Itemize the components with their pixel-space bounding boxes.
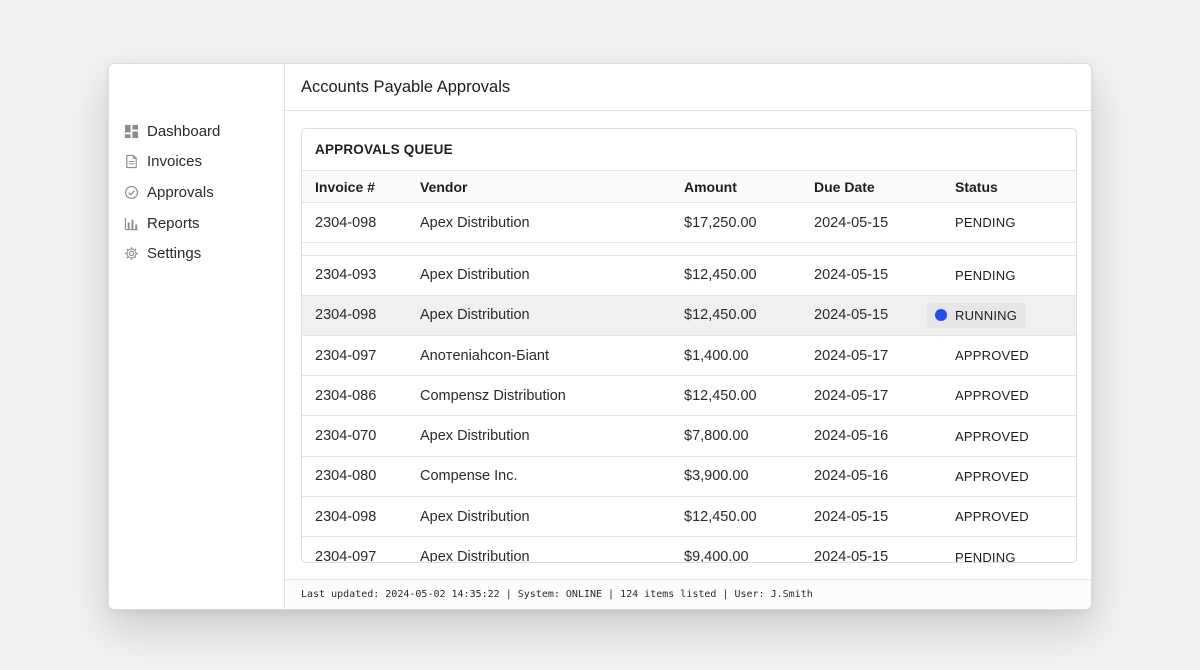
page-title: Accounts Payable Approvals [301,77,511,96]
vendor-cell: Apex Distribution [420,307,530,324]
invoice-cell: 2304-098 [315,214,377,231]
column-header-invoice[interactable]: Invoice # [302,179,420,195]
status-bar-text: Last updated: 2024-05-02 14:35:22 | Syst… [301,589,813,600]
vendor-cell: Compense Inc. [420,468,518,485]
sidebar-item-approvals[interactable]: Approvals [109,177,284,208]
due-date-cell: 2024-05-17 [814,347,889,364]
invoice-cell: 2304-080 [315,468,377,485]
amount-cell: $3,900.00 [684,468,749,485]
sidebar-item-settings[interactable]: Settings [109,238,284,269]
due-date-cell: 2024-05-15 [814,267,889,284]
sidebar-item-reports[interactable]: Reports [109,208,284,239]
invoice-cell: 2304-098 [315,508,377,525]
status-cell: PENDING [955,549,1016,563]
check-circle-icon [125,186,138,199]
amount-cell: $7,800.00 [684,428,749,445]
page-header: Accounts Payable Approvals [285,64,1091,111]
vendor-cell: Apex Distribution [420,428,530,445]
table-row[interactable]: 2304-098 Apex Distribution $17,250.00 20… [302,203,1076,244]
document-icon [126,155,137,169]
table-row[interactable]: 2304-097 Apex Distribution $9,400.00 202… [302,537,1076,563]
column-header-vendor[interactable]: Vendor [420,179,684,195]
amount-cell: $12,450.00 [684,267,757,284]
table-row[interactable]: 2304-086 Compensz Distribution $12,450.0… [302,376,1076,417]
table-row[interactable]: 2304-070 Apex Distribution $7,800.00 202… [302,416,1076,457]
table-row-selected[interactable]: 2304-098 Apex Distribution $12,450.00 20… [302,295,1076,336]
column-header-status[interactable]: Status [934,179,1076,195]
status-cell: PENDING [955,267,1016,283]
amount-cell: $1,400.00 [684,347,749,364]
due-date-cell: 2024-05-15 [814,549,889,563]
sidebar-item-label: Settings [147,245,202,263]
vendor-cell: Apex Distribution [420,214,530,231]
invoice-cell: 2304-098 [315,307,377,324]
app-window: Dashboard Invoices Approvals Reports Set… [108,63,1092,610]
due-date-cell: 2024-05-15 [814,307,889,324]
due-date-cell: 2024-05-15 [814,214,889,231]
invoice-cell: 2304-097 [315,549,377,563]
amount-cell: $12,450.00 [684,508,757,525]
table-row[interactable]: 2304-098 Apex Distribution $12,450.00 20… [302,497,1076,538]
table-row[interactable]: 2304-097 Anoтeniahcon-Бiant $1,400.00 20… [302,336,1076,377]
due-date-cell: 2024-05-15 [814,508,889,525]
gear-icon [125,247,138,261]
running-dot-icon [935,309,947,322]
status-cell: APPROVED [955,348,1029,364]
vendor-cell: Apex Distribution [420,508,530,525]
sidebar-item-label: Reports [147,214,200,232]
amount-cell: $17,250.00 [684,214,757,231]
bar-chart-icon [124,217,138,230]
status-badge-label: RUNNING [955,307,1018,323]
due-date-cell: 2024-05-16 [814,428,889,445]
sidebar-item-label: Invoices [147,153,203,171]
status-cell: PENDING [955,215,1016,231]
table-row[interactable]: 2304-080 Compense Inc. $3,900.00 2024-05… [302,457,1076,498]
vendor-cell: Apex Distribution [420,267,530,284]
status-cell: RUNNING [927,302,1076,328]
sidebar-item-label: Approvals [147,183,214,201]
amount-cell: $12,450.00 [684,307,757,324]
sidebar: Dashboard Invoices Approvals Reports Set… [109,64,285,609]
due-date-cell: 2024-05-16 [814,468,889,485]
table-row[interactable]: 2304-093 Apex Distribution $12,450.00 20… [302,255,1076,296]
running-status-badge: RUNNING [927,302,1027,328]
amount-cell: $9,400.00 [684,549,749,563]
vendor-cell: Anoтeniahcon-Бiant [420,347,550,364]
column-header-amount[interactable]: Amount [684,179,814,195]
amount-cell: $12,450.00 [684,387,757,404]
status-cell: APPROVED [955,428,1029,444]
status-bar: Last updated: 2024-05-02 14:35:22 | Syst… [285,579,1091,609]
vendor-cell: Apex Distribution [420,549,530,563]
vendor-cell: Compensz Distribution [420,387,566,404]
table-header: Invoice # Vendor Amount Due Date Status [302,171,1076,203]
sidebar-item-invoices[interactable]: Invoices [109,147,284,178]
main-content: Accounts Payable Approvals APPROVALS QUE… [285,64,1091,609]
invoice-cell: 2304-093 [315,267,377,284]
status-cell: APPROVED [955,468,1029,484]
invoice-cell: 2304-086 [315,387,377,404]
invoice-cell: 2304-070 [315,428,377,445]
dashboard-icon [124,124,139,138]
panel-title: APPROVALS QUEUE [302,129,1076,171]
column-header-due-date[interactable]: Due Date [814,179,934,195]
status-cell: APPROVED [955,388,1029,404]
due-date-cell: 2024-05-17 [814,387,889,404]
sidebar-item-dashboard[interactable]: Dashboard [109,116,284,147]
invoice-cell: 2304-097 [315,347,377,364]
sidebar-item-label: Dashboard [147,122,221,140]
approvals-queue-panel: APPROVALS QUEUE Invoice # Vendor Amount … [301,128,1077,563]
status-cell: APPROVED [955,509,1029,525]
